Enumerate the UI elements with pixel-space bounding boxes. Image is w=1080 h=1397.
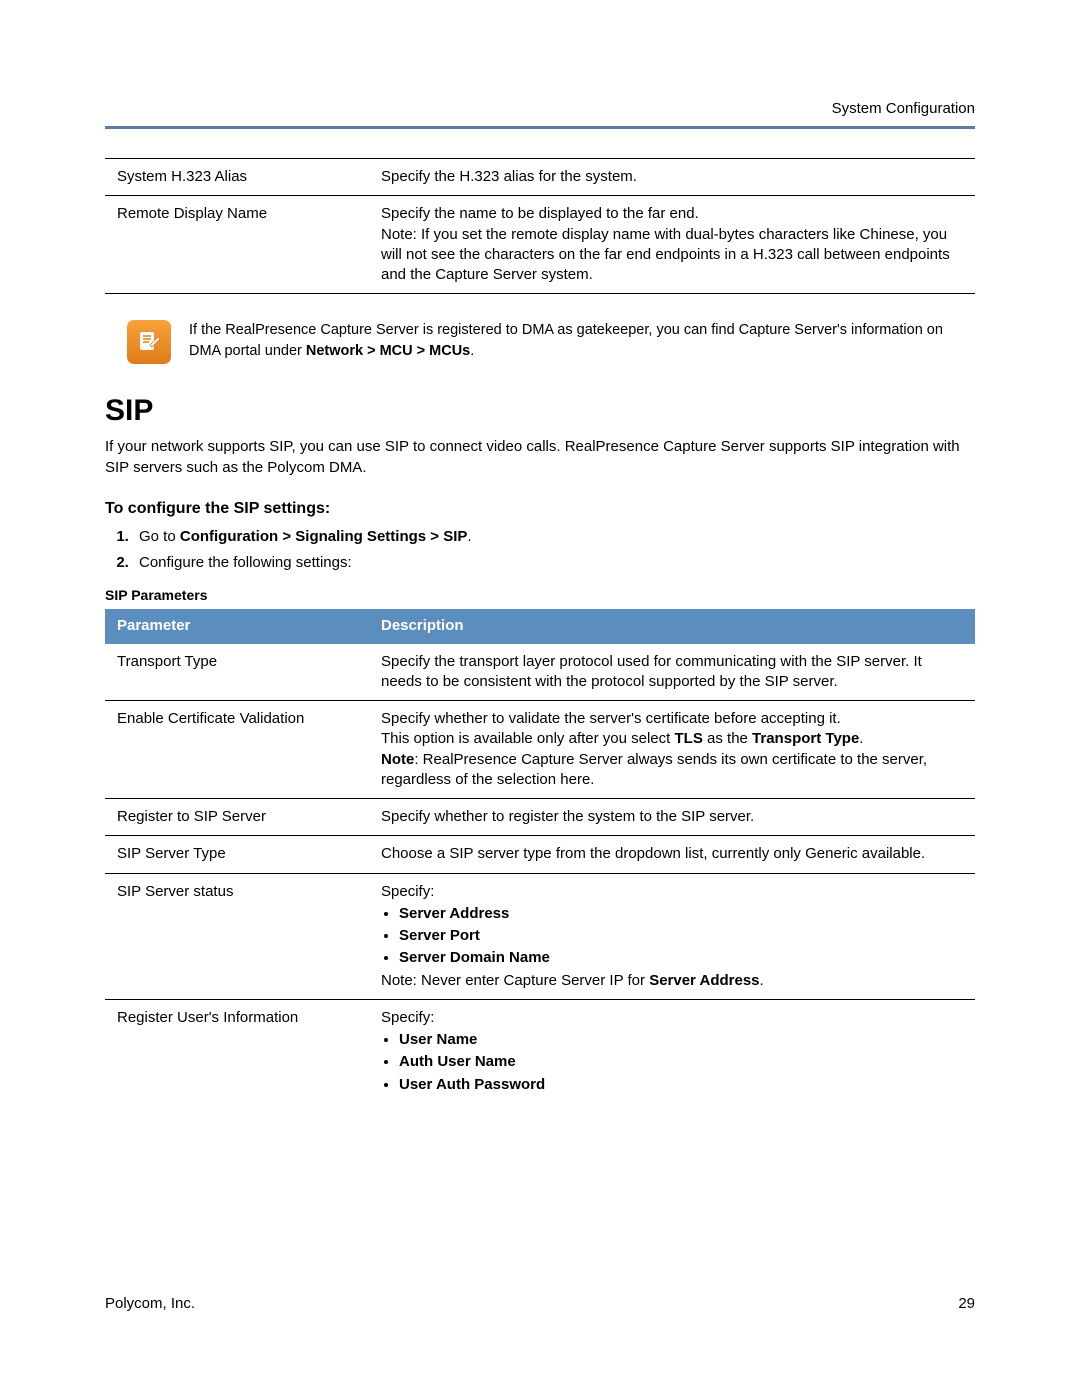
header-rule [105, 126, 975, 129]
desc-line: Note: If you set the remote display name… [381, 226, 950, 284]
table-row: Transport Type Specify the transport lay… [105, 644, 975, 701]
param-name: Remote Display Name [105, 196, 369, 294]
step-2: Configure the following settings: [133, 552, 975, 573]
param-name: SIP Server Type [105, 836, 369, 873]
desc-line: Specify whether to validate the server's… [381, 710, 841, 727]
desc-line: : RealPresence Capture Server always sen… [381, 751, 927, 788]
desc-line: as the [703, 730, 752, 747]
step-text-bold: Configuration > Signaling Settings > SIP [180, 528, 468, 545]
param-name: Register User's Information [105, 999, 369, 1105]
param-name: Enable Certificate Validation [105, 701, 369, 799]
table-row: Register User's Information Specify: Use… [105, 999, 975, 1105]
param-desc: Specify the name to be displayed to the … [369, 196, 975, 294]
desc-lead: Specify: [381, 1009, 434, 1026]
sip-heading: SIP [105, 394, 975, 428]
param-name: Register to SIP Server [105, 799, 369, 836]
sip-params-table: Parameter Description Transport Type Spe… [105, 609, 975, 1105]
page-header-right: System Configuration [832, 100, 975, 117]
param-name: System H.323 Alias [105, 159, 369, 196]
desc-line: . [859, 730, 863, 747]
note-text: If the RealPresence Capture Server is re… [189, 320, 975, 361]
desc-bold: Transport Type [752, 730, 859, 747]
table-row: SIP Server Type Choose a SIP server type… [105, 836, 975, 873]
param-name: SIP Server status [105, 873, 369, 999]
sip-subheading: To configure the SIP settings: [105, 500, 975, 518]
note-text-bold: Network > MCU > MCUs [306, 343, 470, 359]
param-desc: Specify the H.323 alias for the system. [369, 159, 975, 196]
param-desc: Specify the transport layer protocol use… [369, 644, 975, 701]
bullet-item: Auth User Name [399, 1052, 963, 1072]
desc-line: This option is available only after you … [381, 730, 675, 747]
bullet-item: Server Domain Name [399, 948, 963, 968]
th-description: Description [369, 609, 975, 643]
sip-intro: If your network supports SIP, you can us… [105, 436, 975, 478]
desc-bold: Note [381, 751, 414, 768]
table-row: System H.323 Alias Specify the H.323 ali… [105, 159, 975, 196]
desc-line: Specify the name to be displayed to the … [381, 205, 699, 222]
page-footer: Polycom, Inc. 29 [105, 1295, 975, 1312]
footer-left: Polycom, Inc. [105, 1295, 195, 1312]
note-icon [127, 320, 171, 364]
bullet-item: Server Address [399, 904, 963, 924]
note-callout: If the RealPresence Capture Server is re… [127, 320, 975, 364]
desc-lead: Specify: [381, 883, 434, 900]
table-row: Register to SIP Server Specify whether t… [105, 799, 975, 836]
sip-table-caption: SIP Parameters [105, 587, 975, 603]
desc-line: Note: Never enter Capture Server IP for [381, 972, 649, 989]
param-name: Transport Type [105, 644, 369, 701]
note-text-post: . [470, 343, 474, 359]
bullet-item: User Auth Password [399, 1075, 963, 1095]
desc-bold: Server Address [649, 972, 759, 989]
h323-params-table: System H.323 Alias Specify the H.323 ali… [105, 158, 975, 294]
note-text-pre: If the RealPresence Capture Server is re… [189, 322, 943, 358]
th-parameter: Parameter [105, 609, 369, 643]
table-row: Enable Certificate Validation Specify wh… [105, 701, 975, 799]
desc-bold: TLS [675, 730, 703, 747]
step-text: Go to [139, 528, 180, 545]
table-row: SIP Server status Specify: Server Addres… [105, 873, 975, 999]
step-1: Go to Configuration > Signaling Settings… [133, 526, 975, 547]
footer-page-number: 29 [958, 1295, 975, 1312]
sip-steps: Go to Configuration > Signaling Settings… [133, 526, 975, 573]
param-desc: Specify whether to validate the server's… [369, 701, 975, 799]
step-text: . [467, 528, 471, 545]
table-row: Remote Display Name Specify the name to … [105, 196, 975, 294]
bullet-item: Server Port [399, 926, 963, 946]
bullet-item: User Name [399, 1030, 963, 1050]
param-desc: Specify: Server Address Server Port Serv… [369, 873, 975, 999]
desc-line: . [760, 972, 764, 989]
param-desc: Specify: User Name Auth User Name User A… [369, 999, 975, 1105]
param-desc: Specify whether to register the system t… [369, 799, 975, 836]
param-desc: Choose a SIP server type from the dropdo… [369, 836, 975, 873]
